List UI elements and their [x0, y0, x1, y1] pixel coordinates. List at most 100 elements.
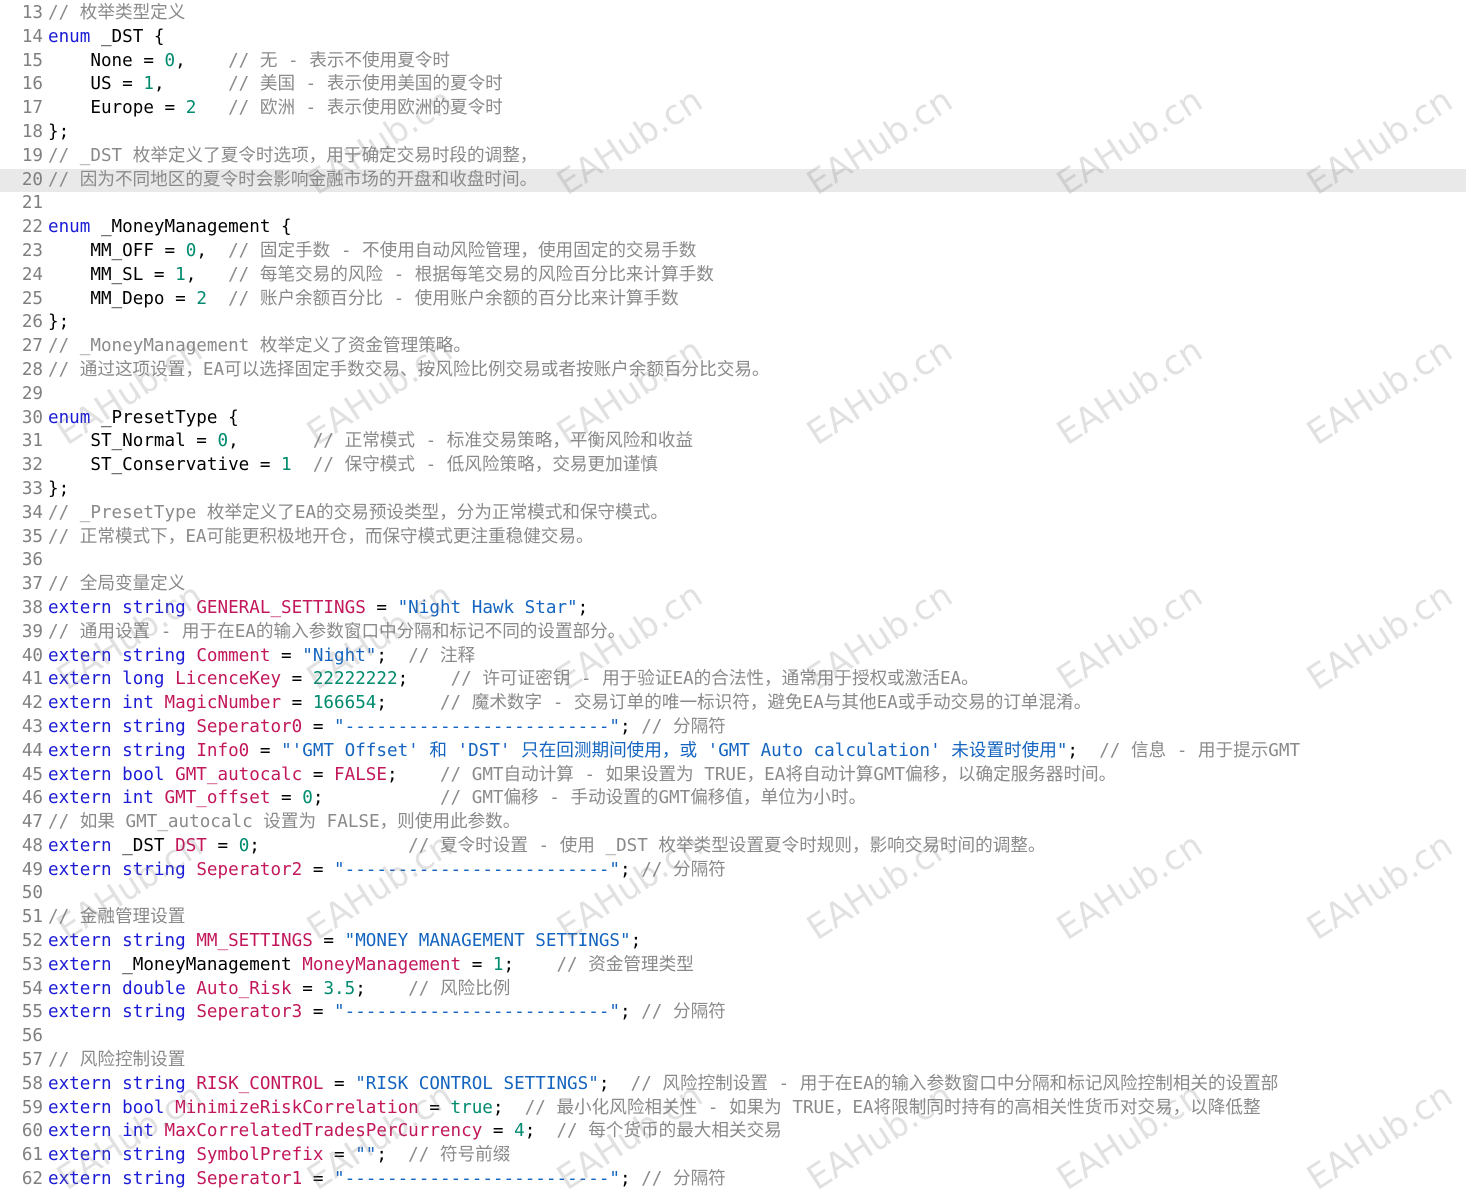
code-line[interactable]: 47// 如果 GMT_autocalc 设置为 FALSE，则使用此参数。: [0, 811, 1466, 835]
code-line[interactable]: 39// 通用设置 - 用于在EA的输入参数窗口中分隔和标记不同的设置部分。: [0, 621, 1466, 645]
code-token: Europe: [48, 98, 154, 119]
code-token: ;: [577, 597, 589, 618]
line-code: // 风险控制设置: [48, 1049, 185, 1073]
code-line[interactable]: 32 ST_Conservative = 1 // 保守模式 - 低风险策略，交…: [0, 454, 1466, 478]
code-line[interactable]: 50: [0, 882, 1466, 906]
code-token: _DST {: [90, 26, 165, 47]
code-token: =: [206, 835, 239, 856]
code-token: double: [122, 978, 186, 999]
code-line[interactable]: 41 extern long LicenceKey = 22222222; // …: [0, 668, 1466, 692]
code-token: extern: [48, 645, 112, 666]
code-line[interactable]: 20// 因为不同地区的夏令时会影响金融市场的开盘和收盘时间。: [0, 168, 1466, 193]
code-line[interactable]: 33};: [0, 478, 1466, 502]
code-line[interactable]: 57// 风险控制设置: [0, 1049, 1466, 1073]
code-line[interactable]: 36: [0, 549, 1466, 573]
code-line[interactable]: 59 extern bool MinimizeRiskCorrelation = …: [0, 1097, 1466, 1121]
line-number: 41: [21, 669, 43, 690]
line-number: 62: [21, 1169, 43, 1190]
code-line[interactable]: 23 MM_OFF = 0, // 固定手数 - 不使用自动风险管理，使用固定的…: [0, 240, 1466, 264]
code-token: GMT_offset: [164, 788, 271, 809]
code-line[interactable]: 35// 正常模式下，EA可能更积极地开仓，而保守模式更注重稳健交易。: [0, 526, 1466, 550]
code-line[interactable]: 48 extern _DST DST = 0; // 夏令时设置 - 使用 _DS…: [0, 835, 1466, 859]
code-line[interactable]: 28// 通过这项设置，EA可以选择固定手数交易、按风险比例交易或者按账户余额百…: [0, 359, 1466, 383]
code-line[interactable]: 55 extern string Seperator3 = "----------…: [0, 1001, 1466, 1025]
code-line[interactable]: 29: [0, 383, 1466, 407]
line-number: 34: [21, 502, 43, 523]
code-token: MM_SETTINGS: [196, 931, 313, 952]
code-line[interactable]: 53 extern _MoneyManagement MoneyManagemen…: [0, 954, 1466, 978]
code-token: ;: [397, 669, 451, 690]
line-number: 19: [21, 145, 43, 166]
code-token: _MoneyManagement: [111, 954, 303, 975]
line-code: // 正常模式下，EA可能更积极地开仓，而保守模式更注重稳健交易。: [48, 526, 594, 550]
code-line[interactable]: 19// _DST 枚举定义了夏令时选项，用于确定交易时段的调整，: [0, 145, 1466, 169]
code-token: // 通用设置 - 用于在EA的输入参数窗口中分隔和标记不同的设置部分。: [48, 621, 626, 642]
line-code: None = 0, // 无 - 表示不使用夏令时: [48, 50, 450, 74]
code-line[interactable]: 13// 枚举类型定义: [0, 2, 1466, 26]
code-token: extern: [48, 1097, 112, 1118]
code-line[interactable]: 22 enum _MoneyManagement {: [0, 216, 1466, 240]
code-token: // GMT偏移 - 手动设置的GMT偏移值，单位为小时。: [439, 788, 867, 809]
code-token: ;: [376, 693, 440, 714]
code-line[interactable]: 14 enum _DST {: [0, 26, 1466, 50]
code-line[interactable]: 37// 全局变量定义: [0, 573, 1466, 597]
code-line[interactable]: 45 extern bool GMT_autocalc = FALSE; // G…: [0, 764, 1466, 788]
code-editor[interactable]: 13// 枚举类型定义 14 enum _DST {15 None = 0, // …: [0, 2, 1466, 1192]
code-token: Auto_Risk: [196, 978, 292, 999]
code-line[interactable]: 26};: [0, 311, 1466, 335]
code-line[interactable]: 51// 金融管理设置: [0, 906, 1466, 930]
code-line[interactable]: 44 extern string Info0 = "'GMT Offset' 和 …: [0, 740, 1466, 764]
code-token: 4: [514, 1121, 525, 1142]
code-token: string: [122, 716, 186, 737]
code-line[interactable]: 62 extern string Seperator1 = "----------…: [0, 1168, 1466, 1192]
code-token: // 分隔符: [641, 1169, 726, 1190]
code-token: bool: [122, 764, 165, 785]
code-token: // 风险控制设置 - 用于在EA的输入参数窗口中分隔和标记风险控制相关的设置部: [630, 1073, 1279, 1094]
code-line[interactable]: 42 extern int MagicNumber = 166654; // 魔术…: [0, 692, 1466, 716]
code-line[interactable]: 38 extern string GENERAL_SETTINGS = "Nigh…: [0, 597, 1466, 621]
line-number: 29: [21, 383, 43, 404]
code-token: // 金融管理设置: [48, 907, 186, 928]
code-line[interactable]: 30 enum _PresetType {: [0, 407, 1466, 431]
line-code: extern _DST DST = 0; // 夏令时设置 - 使用 _DST …: [48, 835, 1046, 859]
code-token: LicenceKey: [175, 669, 282, 690]
code-token: =: [302, 716, 335, 737]
line-number: 54: [21, 978, 43, 999]
code-token: ;: [355, 978, 409, 999]
code-line[interactable]: 54 extern double Auto_Risk = 3.5; // 风险比例: [0, 978, 1466, 1002]
code-line[interactable]: 56: [0, 1025, 1466, 1049]
code-token: =: [365, 597, 398, 618]
code-token: true: [450, 1097, 493, 1118]
code-token: ;: [376, 645, 409, 666]
code-line[interactable]: 40 extern string Comment = "Night"; // 注释: [0, 645, 1466, 669]
line-code: extern bool GMT_autocalc = FALSE; // GMT…: [48, 764, 1116, 788]
line-number: 58: [21, 1073, 43, 1094]
code-line[interactable]: 61 extern string SymbolPrefix = ""; // 符号…: [0, 1144, 1466, 1168]
code-line[interactable]: 58 extern string RISK_CONTROL = "RISK CON…: [0, 1073, 1466, 1097]
line-number: 60: [21, 1121, 43, 1142]
code-line[interactable]: 24 MM_SL = 1, // 每笔交易的风险 - 根据每笔交易的风险百分比来…: [0, 264, 1466, 288]
code-line[interactable]: 49 extern string Seperator2 = "----------…: [0, 859, 1466, 883]
code-line[interactable]: 60 extern int MaxCorrelatedTradesPerCurre…: [0, 1120, 1466, 1144]
code-line[interactable]: 25 MM_Depo = 2 // 账户余额百分比 - 使用账户余额的百分比来计…: [0, 288, 1466, 312]
code-token: 1: [143, 74, 154, 95]
code-line[interactable]: 31 ST_Normal = 0, // 正常模式 - 标准交易策略，平衡风险和…: [0, 430, 1466, 454]
code-token: MoneyManagement: [302, 954, 462, 975]
code-token: // 全局变量定义: [48, 574, 186, 595]
code-line[interactable]: 17 Europe = 2 // 欧洲 - 表示使用欧洲的夏令时: [0, 97, 1466, 121]
code-token: // _PresetType 枚举定义了EA的交易预设类型，分为正常模式和保守模…: [48, 502, 668, 523]
code-line[interactable]: 46 extern int GMT_offset = 0; // GMT偏移 - …: [0, 787, 1466, 811]
code-line[interactable]: 16 US = 1, // 美国 - 表示使用美国的夏令时: [0, 73, 1466, 97]
code-line[interactable]: 18};: [0, 121, 1466, 145]
code-token: // 通过这项设置，EA可以选择固定手数交易、按风险比例交易或者按账户余额百分比…: [48, 359, 770, 380]
code-line[interactable]: 27// _MoneyManagement 枚举定义了资金管理策略。: [0, 335, 1466, 359]
code-token: extern: [48, 740, 112, 761]
code-line[interactable]: 15 None = 0, // 无 - 表示不使用夏令时: [0, 50, 1466, 74]
code-line[interactable]: 43 extern string Seperator0 = "----------…: [0, 716, 1466, 740]
code-line[interactable]: 52 extern string MM_SETTINGS = "MONEY MAN…: [0, 930, 1466, 954]
code-line[interactable]: 34// _PresetType 枚举定义了EA的交易预设类型，分为正常模式和保…: [0, 502, 1466, 526]
code-line[interactable]: 21: [0, 192, 1466, 216]
line-number: 49: [21, 859, 43, 880]
line-code: extern string GENERAL_SETTINGS = "Night …: [48, 597, 588, 621]
